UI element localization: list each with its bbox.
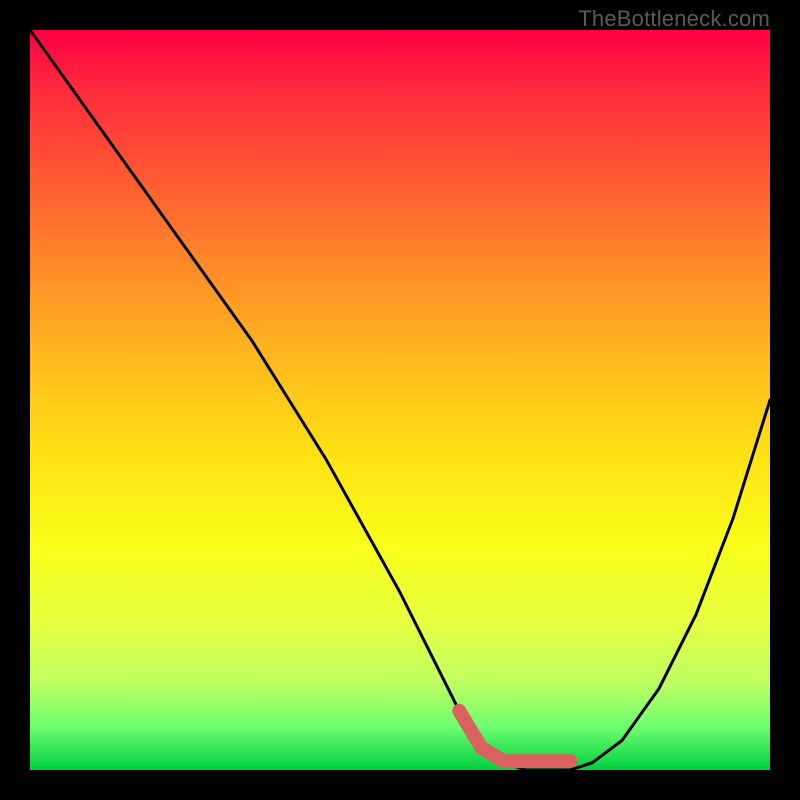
bottleneck-curve-path: [30, 30, 770, 770]
curve-svg: [30, 30, 770, 770]
watermark-text: TheBottleneck.com: [578, 6, 770, 32]
plot-area: [30, 30, 770, 770]
highlight-segment: [459, 711, 570, 761]
chart-frame: TheBottleneck.com: [0, 0, 800, 800]
